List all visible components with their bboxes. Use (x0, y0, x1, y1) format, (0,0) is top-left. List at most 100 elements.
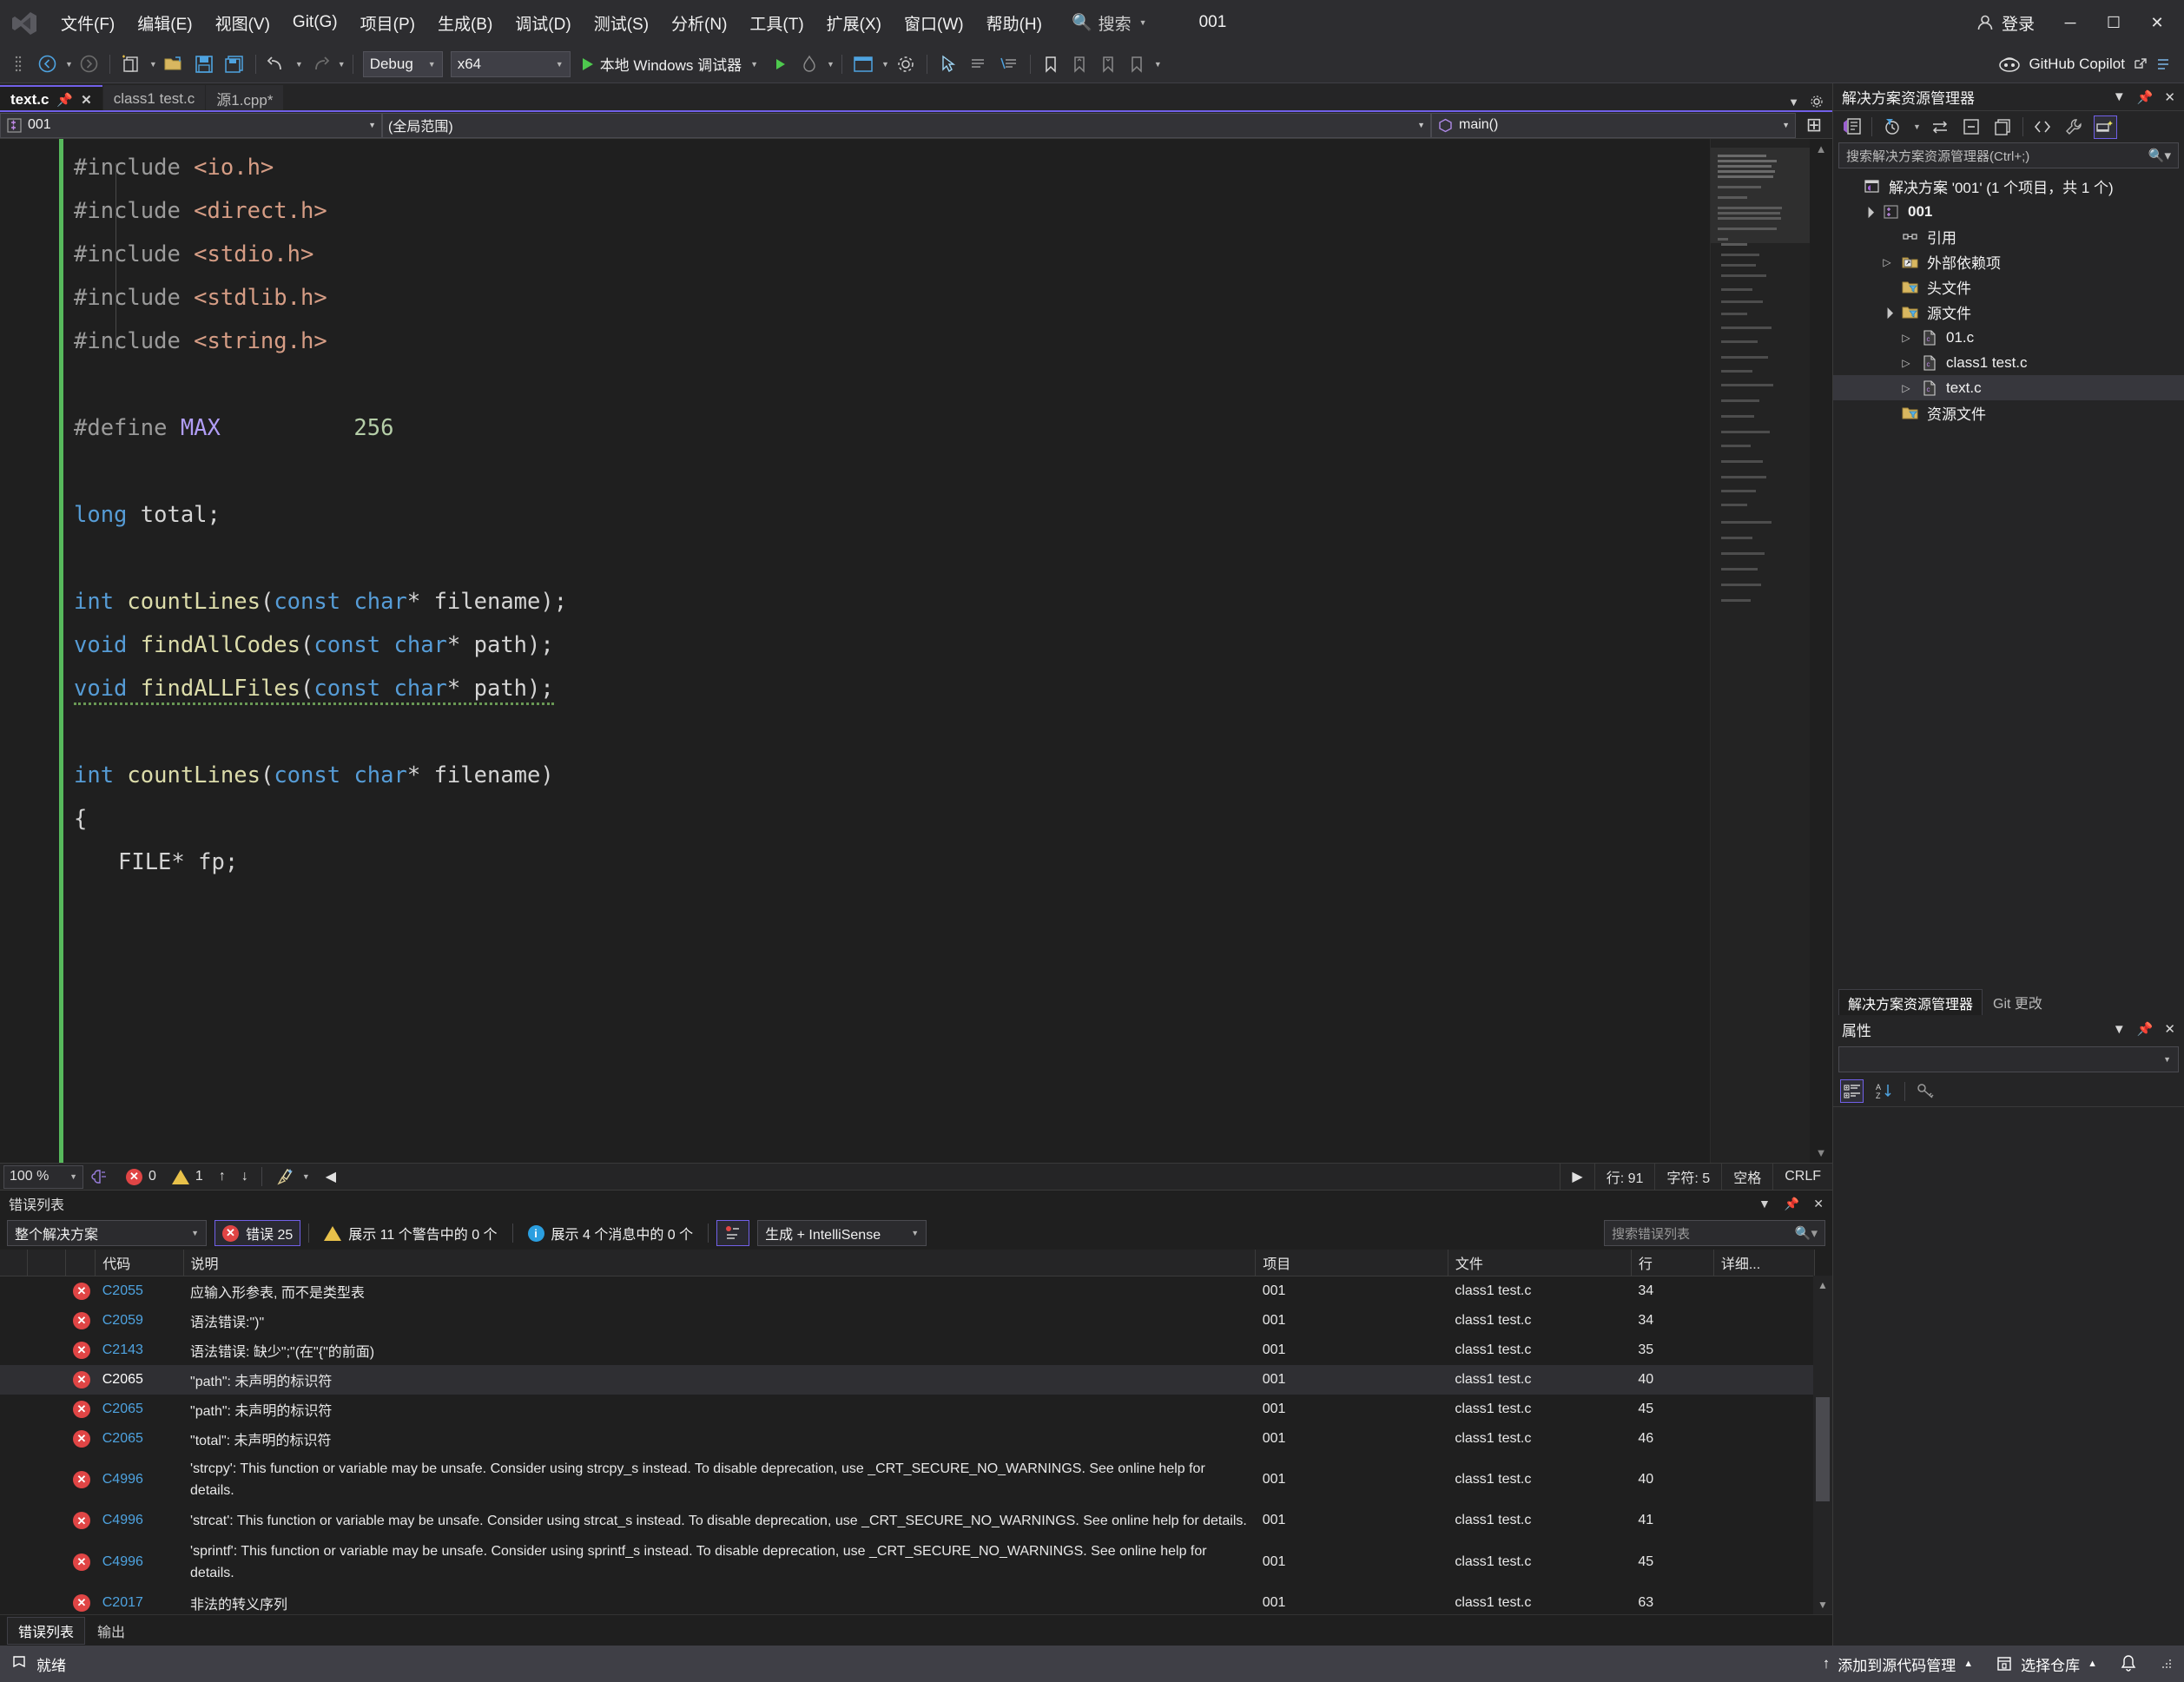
pending-changes-button[interactable] (1880, 115, 1904, 139)
toolbar-overflow-icon[interactable]: ▼ (1154, 60, 1162, 69)
maximize-button[interactable]: ☐ (2094, 5, 2134, 40)
error-code-link[interactable]: C2065 (102, 1431, 143, 1446)
twisty-expanded-icon[interactable]: ◢ (1857, 201, 1878, 221)
table-row[interactable]: ✕ C2143 语法错误: 缺少";"(在"{"的前面) 001 class1 test… (0, 1336, 1815, 1365)
redo-dropdown-icon[interactable]: ▼ (338, 60, 346, 69)
error-count-indicator[interactable]: ✕ 0 (118, 1168, 164, 1185)
github-copilot-status[interactable]: GitHub Copilot (1998, 56, 2179, 73)
hot-reload-dropdown-icon[interactable]: ▼ (827, 60, 835, 69)
pin-icon[interactable]: 📌 (56, 92, 73, 108)
menu-help[interactable]: 帮助(H) (976, 6, 1052, 40)
tree-item-filterfolder[interactable]: 头文件 (1833, 274, 2184, 300)
error-list-table-wrap[interactable]: 代码 说明 项目 文件 行 详细... ✕ C2055 应输入形参表, 而不是类型表… (0, 1250, 1832, 1614)
menu-tools[interactable]: 工具(T) (739, 6, 814, 40)
menu-test[interactable]: 测试(S) (584, 6, 659, 40)
navigate-forward-button[interactable] (76, 50, 102, 78)
row-code[interactable]: C2017 (96, 1588, 183, 1615)
save-button[interactable] (190, 50, 218, 78)
find-in-files-button[interactable] (934, 50, 962, 78)
error-code-link[interactable]: C2143 (102, 1342, 143, 1357)
global-search-box[interactable]: 🔍 搜索 ▼ (1072, 11, 1147, 35)
col-file[interactable]: 文件 (1448, 1250, 1632, 1276)
split-editor-button[interactable]: ⊞ (1796, 114, 1832, 136)
panel-dropdown-icon[interactable]: ▼ (2113, 1022, 2126, 1037)
menu-debug[interactable]: 调试(D) (505, 6, 581, 40)
close-button[interactable]: ✕ (2137, 5, 2177, 40)
build-intellisense-select[interactable]: 生成 + IntelliSense ▼ (757, 1220, 927, 1246)
scroll-up-icon[interactable]: ▲ (1816, 142, 1827, 155)
prev-bookmark-button[interactable] (1066, 50, 1092, 78)
table-row[interactable]: ✕ C2065 "path": 未声明的标识符 001 class1 test.c 45 (0, 1395, 1815, 1424)
resize-grip[interactable] (2160, 1657, 2174, 1671)
add-to-source-control-button[interactable]: ↑ 添加到源代码管理 ▲ (1823, 1653, 1973, 1675)
tree-item-references[interactable]: 引用 (1833, 224, 2184, 249)
cursor-column-indicator[interactable]: 字符: 5 (1654, 1163, 1721, 1191)
tab-output[interactable]: 输出 (87, 1617, 135, 1645)
row-code[interactable]: C2055 (96, 1276, 183, 1306)
solution-tree[interactable]: 解决方案 '001' (1 个项目，共 1 个) ◢ 001 引用 ▷ 外部依赖项 头文… (1833, 168, 2184, 986)
property-pages-button[interactable] (1914, 1079, 1937, 1103)
error-code-link[interactable]: C2059 (102, 1313, 143, 1328)
error-code-link[interactable]: C2017 (102, 1595, 143, 1610)
error-code-link[interactable]: C2055 (102, 1283, 143, 1298)
comment-button[interactable] (965, 50, 993, 78)
code-text[interactable]: ∨#include <io.h> #include <direct.h> #incl… (65, 139, 1710, 1163)
code-editor[interactable]: ∨#include <io.h> #include <direct.h> #incl… (0, 139, 1832, 1163)
properties-grid[interactable] (1833, 1107, 2184, 1646)
close-icon[interactable]: ✕ (2164, 89, 2175, 105)
solution-explorer-search-input[interactable]: 搜索解决方案资源管理器(Ctrl+;) 🔍▾ (1838, 142, 2179, 168)
properties-object-select[interactable]: ▼ (1838, 1046, 2179, 1072)
tree-item-cfile[interactable]: ▷ c 01.c (1833, 325, 2184, 350)
toggle-detail-button[interactable] (716, 1220, 750, 1246)
pin-icon[interactable]: 📌 (1785, 1197, 1799, 1211)
menu-view[interactable]: 视图(V) (205, 6, 280, 40)
navigate-back-button[interactable] (34, 50, 61, 78)
indentation-indicator[interactable]: 空格 (1721, 1163, 1772, 1191)
error-code-link[interactable]: C4996 (102, 1513, 143, 1527)
tab-text-c[interactable]: text.c 📌 ✕ (0, 85, 102, 112)
pending-changes-dropdown-icon[interactable]: ▼ (1913, 122, 1921, 131)
panel-dropdown-icon[interactable]: ▼ (1758, 1197, 1771, 1210)
properties-button[interactable] (2062, 115, 2086, 139)
tab-list-dropdown-icon[interactable]: ▼ (1788, 96, 1799, 109)
categorized-view-button[interactable] (1840, 1079, 1864, 1103)
new-dropdown-icon[interactable]: ▼ (149, 60, 157, 69)
tree-item-cfile[interactable]: ▷ c text.c (1833, 375, 2184, 400)
back-dropdown-icon[interactable]: ▼ (65, 60, 73, 69)
navbar-project-select[interactable]: 001 ▼ (0, 112, 382, 138)
row-code[interactable]: C2065 (96, 1365, 183, 1395)
show-all-files-button[interactable] (1991, 115, 2015, 139)
error-code-link[interactable]: C4996 (102, 1554, 143, 1569)
preview-selected-items-button[interactable] (2093, 115, 2117, 139)
scroll-thumb[interactable] (1816, 1397, 1830, 1501)
row-code[interactable]: C2065 (96, 1424, 183, 1454)
tab-yuan1-cpp[interactable]: 源1.cpp* (206, 85, 284, 112)
show-all-files-button[interactable] (849, 50, 877, 78)
notifications-button[interactable] (2120, 1654, 2137, 1673)
error-list-scrollbar[interactable]: ▲ ▼ (1813, 1276, 1832, 1614)
solution-configuration-select[interactable]: Debug ▼ (362, 50, 443, 77)
uncomment-button[interactable] (995, 50, 1023, 78)
next-issue-button[interactable]: ↓ (234, 1169, 256, 1184)
twisty-collapsed-icon[interactable]: ▷ (1897, 332, 1915, 344)
messages-filter-button[interactable]: i 展示 4 个消息中的 0 个 (521, 1220, 701, 1246)
table-row[interactable]: ✕ C2059 语法错误:")" 001 class1 test.c 34 (0, 1306, 1815, 1336)
col-line[interactable]: 行 (1631, 1250, 1714, 1276)
col-sort[interactable] (27, 1250, 67, 1276)
tree-item-cfile[interactable]: ▷ c class1 test.c (1833, 350, 2184, 375)
menu-file[interactable]: 文件(F) (50, 6, 125, 40)
prev-issue-button[interactable]: ↑ (211, 1169, 234, 1184)
error-search-input[interactable]: 搜索错误列表 🔍▾ (1604, 1220, 1825, 1246)
tab-error-list[interactable]: 错误列表 (7, 1616, 86, 1645)
collapse-status-button[interactable]: ◀ (318, 1168, 344, 1185)
tree-item-extdeps[interactable]: ▷ 外部依赖项 (1833, 249, 2184, 274)
start-without-debugging-button[interactable] (768, 50, 794, 78)
twisty-expanded-icon[interactable]: ◢ (1877, 301, 1897, 322)
col-project[interactable]: 项目 (1255, 1250, 1448, 1276)
solution-home-button[interactable] (1840, 115, 1864, 139)
row-code[interactable]: C4996 (96, 1536, 183, 1588)
dock-tab-git-changes[interactable]: Git 更改 (1984, 989, 2051, 1015)
tree-item-solution[interactable]: 解决方案 '001' (1 个项目，共 1 个) (1833, 174, 2184, 199)
row-code[interactable]: C4996 (96, 1506, 183, 1536)
start-debugging-button[interactable]: 本地 Windows 调试器 ▼ (576, 50, 765, 78)
